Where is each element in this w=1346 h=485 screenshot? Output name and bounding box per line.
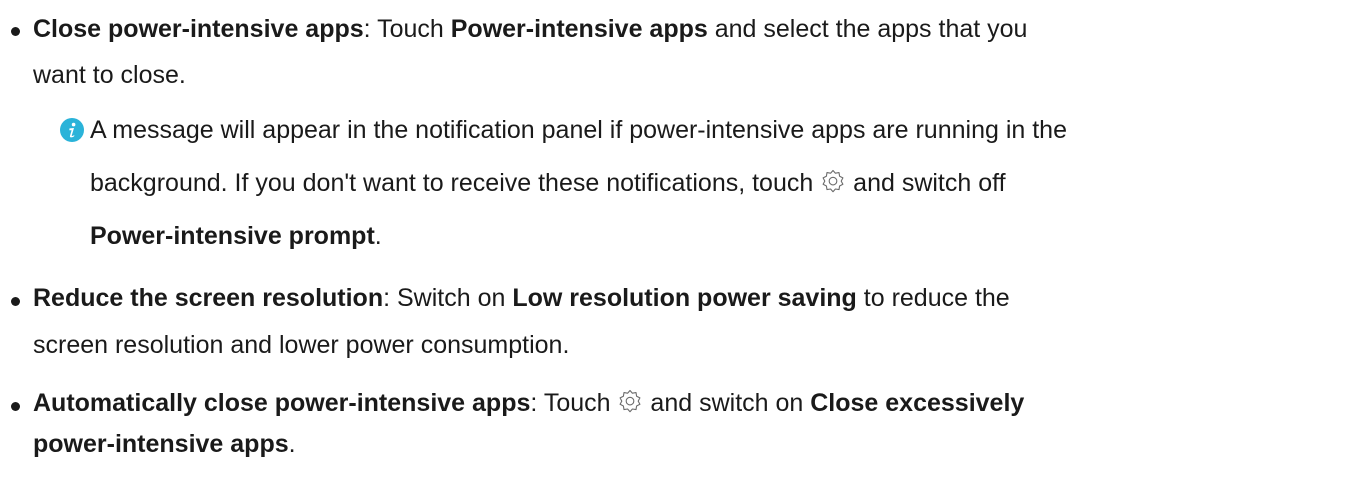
info-icon <box>60 118 84 142</box>
bullet-title: Reduce the screen resolution <box>33 284 384 312</box>
bullet-dot <box>11 27 20 36</box>
bullet-title: Automatically close power-intensive apps <box>33 389 531 417</box>
text: want to close. <box>33 61 186 89</box>
text: and select the apps that you <box>707 15 1028 43</box>
text: and switch off <box>846 169 1006 197</box>
bullet-dot <box>11 402 20 411</box>
text: A message will appear in the notificatio… <box>90 116 1067 144</box>
note-line: Power-intensive prompt. <box>90 221 382 251</box>
gear-icon <box>822 169 844 193</box>
text: . <box>288 430 296 458</box>
setting-name: Close excessively <box>810 389 1025 417</box>
colon: : <box>363 15 371 43</box>
setting-name: Power-intensive prompt <box>90 222 375 250</box>
bullet-line: power-intensive apps. <box>33 429 296 459</box>
text: to reduce the <box>856 284 1010 312</box>
note-line: A message will appear in the notificatio… <box>90 115 1067 145</box>
bullet-line: want to close. <box>33 60 186 90</box>
gear-icon <box>620 389 641 413</box>
text: Touch <box>370 15 451 43</box>
text: background. If you don't want to receive… <box>90 169 821 197</box>
text: screen resolution and lower power consum… <box>33 331 570 359</box>
bullet-title: Close power-intensive apps <box>33 15 364 43</box>
bullet-line: Close power-intensive apps: Touch Power-… <box>33 14 1027 44</box>
text: and switch on <box>643 389 811 417</box>
setting-name: Power-intensive apps <box>450 15 708 43</box>
setting-name: power-intensive apps <box>33 430 289 458</box>
bullet-dot <box>11 297 20 306</box>
text: Touch <box>537 389 618 417</box>
setting-name: Low resolution power saving <box>512 284 857 312</box>
note-line: background. If you don't want to receive… <box>90 168 1006 198</box>
bullet-line: Automatically close power-intensive apps… <box>33 388 1024 418</box>
bullet-line: screen resolution and lower power consum… <box>33 330 569 360</box>
document-page: Close power-intensive apps: Touch Power-… <box>0 0 1346 485</box>
text: Switch on <box>390 284 513 312</box>
text: . <box>374 222 382 250</box>
bullet-line: Reduce the screen resolution: Switch on … <box>33 283 1010 313</box>
